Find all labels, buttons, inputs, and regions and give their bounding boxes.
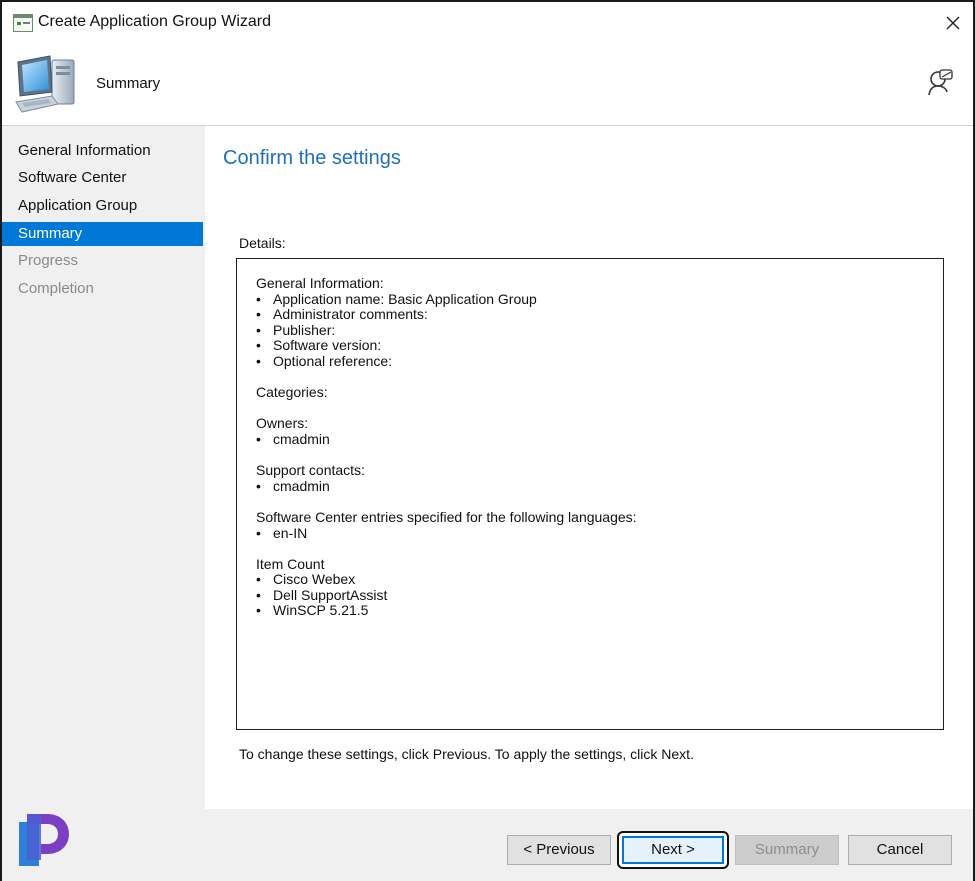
details-section-categories: Categories: [256, 385, 943, 401]
details-section-item-count: Item Count Cisco Webex Dell SupportAssis… [256, 555, 943, 619]
computer-icon [12, 52, 80, 116]
sidebar-item-summary[interactable]: Summary [2, 222, 203, 246]
help-icon[interactable] [926, 68, 954, 98]
list-item: Software version: [256, 338, 943, 354]
summary-button: Summary [735, 835, 839, 865]
wizard-header: Summary [2, 44, 973, 126]
section-heading: Categories: [256, 384, 328, 401]
list-item: cmadmin [256, 478, 943, 495]
wizard-sidebar: General Information Software Center Appl… [2, 126, 205, 881]
page-header-title: Summary [96, 75, 161, 92]
sidebar-item-general-information[interactable]: General Information [2, 139, 203, 163]
sidebar-item-software-center[interactable]: Software Center [2, 166, 203, 190]
next-button[interactable]: Next > [617, 831, 729, 869]
sidebar-item-application-group[interactable]: Application Group [2, 194, 203, 218]
list-item: WinSCP 5.21.5 [256, 603, 943, 619]
app-window-icon [13, 14, 33, 32]
cancel-button[interactable]: Cancel [848, 835, 952, 865]
list-item: Optional reference: [256, 353, 943, 370]
close-icon[interactable] [940, 10, 966, 36]
next-button-label: Next > [622, 836, 724, 864]
list-item: Dell SupportAssist [256, 587, 943, 604]
list-item: en-IN [256, 525, 943, 542]
list-item: cmadmin [256, 431, 943, 448]
instructions-text: To change these settings, click Previous… [239, 746, 694, 762]
page-title: Confirm the settings [223, 147, 401, 169]
previous-button[interactable]: < Previous [507, 835, 611, 865]
section-heading: Support contacts: [256, 462, 365, 479]
sidebar-item-completion: Completion [18, 280, 94, 297]
wizard-content: Confirm the settings Details: General In… [205, 126, 973, 809]
list-item: Application name: Basic Application Grou… [256, 291, 943, 308]
title-bar: Create Application Group Wizard [2, 2, 973, 44]
section-heading: Owners: [256, 415, 309, 432]
window-title: Create Application Group Wizard [38, 13, 271, 30]
details-section-general: General Information: Application name: B… [256, 275, 943, 370]
details-section-owners: Owners: cmadmin [256, 416, 943, 447]
details-textbox[interactable]: General Information: Application name: B… [236, 258, 944, 730]
section-heading: Item Count [256, 555, 325, 572]
logo-icon [17, 814, 71, 866]
details-section-languages: Software Center entries specified for th… [256, 508, 943, 542]
button-bar: < Previous Next > Summary Cancel [205, 809, 973, 881]
details-section-support-contacts: Support contacts: cmadmin [256, 463, 943, 494]
wizard-window: Create Application Group Wizard Summary … [0, 0, 975, 881]
sidebar-item-progress: Progress [18, 252, 79, 269]
list-item: Cisco Webex [256, 571, 943, 588]
section-heading: Software Center entries specified for th… [256, 508, 637, 525]
list-item: Publisher: [256, 322, 943, 339]
section-heading: General Information: [256, 275, 384, 291]
list-item: Administrator comments: [256, 306, 943, 323]
details-label: Details: [239, 235, 286, 251]
